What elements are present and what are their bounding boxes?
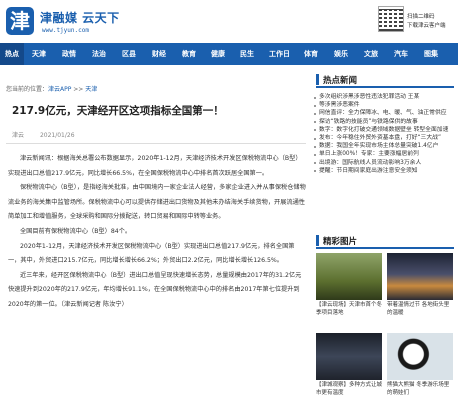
- nav-item-hot[interactable]: 热点: [0, 43, 24, 65]
- qr-code-icon: [378, 6, 404, 32]
- hot-news-item[interactable]: 数据：我国全年实现市场主体总量突破1.4亿户: [314, 142, 454, 150]
- article-paragraph: 2020年1-12月，天津经济技术开发区保税物流中心（B型）实现进出口总值217…: [8, 242, 295, 265]
- nav-item-education[interactable]: 教育: [182, 43, 196, 65]
- hot-news-item[interactable]: 探访“铁路的技能员”与铁路保供的故事: [314, 118, 454, 126]
- nav-item-culture-travel[interactable]: 文旅: [364, 43, 378, 65]
- hot-news-list: 多次组织涉黑涉恶性违法犯罪活动 王某 等涉黑涉恶案件 网信直评：全力保障冰、电、…: [314, 93, 454, 175]
- nav-item-livelihood[interactable]: 民生: [240, 43, 254, 65]
- qr-label-2: 下载津云客户端: [407, 23, 446, 29]
- article-paragraph: 津云新闻讯：根据海关总署公布数据显示，2020年1-12月，天津经济技术开发区保…: [8, 155, 302, 177]
- gallery-item[interactable]: 【津城观察】多种方式让城市更有温度: [316, 333, 382, 397]
- breadcrumb-prefix: 您当前的位置：: [6, 86, 49, 93]
- qr-label-1: 扫描二维码: [407, 14, 435, 20]
- nav-item-gallery[interactable]: 图集: [424, 43, 438, 65]
- site-url: www.tjyun.com: [42, 27, 89, 34]
- gallery-caption[interactable]: 熊猫大熊猫 冬季游乐场里的萌娃们: [387, 382, 453, 397]
- hot-news-title: 热点新闻: [323, 76, 358, 86]
- nav-item-entertainment[interactable]: 娱乐: [334, 43, 348, 65]
- article-date: 2021/01/26: [39, 132, 75, 139]
- nav-item-politics[interactable]: 政情: [62, 43, 76, 65]
- site-header: 津 津融媒 云天下 www.tjyun.com 扫描二维码 下载津云客户端: [0, 0, 458, 43]
- hot-news-item[interactable]: 提醒：节日期间家庭出游注意安全须知: [314, 167, 454, 175]
- main-nav: 热点 天津 政情 法治 区县 财经 教育 健康 民生 工作日 体育 娱乐 文旅 …: [0, 43, 458, 65]
- header-accent-bar: [316, 74, 319, 85]
- site-name[interactable]: 津融媒 云天下: [40, 9, 120, 26]
- gallery-thumbnail[interactable]: [316, 333, 382, 380]
- gallery-item[interactable]: 【津云现场】天津市首个冬季项目落地: [316, 253, 382, 317]
- hot-news-item[interactable]: 单日上涨00%！专家：主要涨幅居前列: [314, 150, 454, 158]
- gallery-item[interactable]: 熊猫大熊猫 冬季游乐场里的萌娃们: [387, 333, 453, 397]
- gallery-title: 精彩图片: [323, 237, 358, 247]
- article-paragraph: 保税物流中心（B型），是指经海关批准，由中国境内一家企业法人经营，多家企业进入并…: [8, 184, 306, 221]
- article-source: 津云: [12, 132, 25, 139]
- breadcrumb-separator: >>: [71, 86, 86, 93]
- nav-item-sports[interactable]: 体育: [304, 43, 318, 65]
- hot-news-item[interactable]: 多次组织涉黑涉恶性违法犯罪活动 王某: [314, 93, 454, 101]
- hot-news-item[interactable]: 等涉黑涉恶案件: [314, 101, 454, 109]
- gallery-caption[interactable]: 【津城观察】多种方式让城市更有温度: [316, 382, 382, 397]
- gallery-panel: 精彩图片 【津云现场】天津市首个冬季项目落地 带着温情过节 各地街头里的温暖 【…: [316, 233, 454, 413]
- gallery-item[interactable]: 带着温情过节 各地街头里的温暖: [387, 253, 453, 317]
- site-logo[interactable]: 津: [6, 7, 34, 35]
- hot-news-item[interactable]: 数字：数字化打破交通领域数据壁垒 转型全面加速: [314, 126, 454, 134]
- gallery-thumbnail[interactable]: [387, 253, 453, 300]
- nav-item-tianjin[interactable]: 天津: [32, 43, 46, 65]
- gallery-header: 精彩图片: [316, 233, 454, 249]
- gallery-caption[interactable]: 【津云现场】天津市首个冬季项目落地: [316, 302, 382, 317]
- breadcrumb: 您当前的位置：津云APP >> 天津: [6, 84, 97, 93]
- nav-item-workday[interactable]: 工作日: [269, 43, 290, 65]
- title-divider: [6, 143, 306, 144]
- gallery-caption[interactable]: 带着温情过节 各地街头里的温暖: [387, 302, 453, 317]
- article-title: 217.9亿元，天津经开区这项指标全国第一！: [12, 105, 224, 117]
- hot-news-item[interactable]: 出境游：国际航线人员流动影响3万余人: [314, 159, 454, 167]
- hot-news-item[interactable]: 发布：今年稳住外贸外资基本盘，打好“三大战”: [314, 134, 454, 142]
- nav-item-auto[interactable]: 汽车: [394, 43, 408, 65]
- nav-item-law[interactable]: 法治: [92, 43, 106, 65]
- nav-item-district[interactable]: 区县: [122, 43, 136, 65]
- article-paragraph: 全国目前有保税物流中心（B型）84个。: [20, 227, 132, 235]
- hot-news-item[interactable]: 网信直评：全力保障冰、电、暖、气、油正常供应: [314, 109, 454, 117]
- breadcrumb-app-link[interactable]: 津云APP: [48, 86, 71, 93]
- article-paragraph: 近三年来，经开区保税物流中心（B型）进出口总值呈现快速增长态势，总量规模由201…: [8, 271, 302, 308]
- gallery-grid: 【津云现场】天津市首个冬季项目落地 带着温情过节 各地街头里的温暖 【津城观察】…: [316, 253, 454, 413]
- article-meta: 津云 2021/01/26: [12, 130, 89, 139]
- gallery-thumbnail[interactable]: [316, 253, 382, 300]
- header-accent-bar: [316, 235, 319, 246]
- article-body: 津云新闻讯：根据海关总署公布数据显示，2020年1-12月，天津经济技术开发区保…: [8, 152, 306, 313]
- hot-news-header: 热点新闻: [316, 72, 454, 88]
- gallery-thumbnail[interactable]: [387, 333, 453, 380]
- nav-item-finance[interactable]: 财经: [152, 43, 166, 65]
- hot-news-panel: 热点新闻 多次组织涉黑涉恶性违法犯罪活动 王某 等涉黑涉恶案件 网信直评：全力保…: [314, 72, 454, 175]
- nav-item-health[interactable]: 健康: [211, 43, 225, 65]
- breadcrumb-section-link[interactable]: 天津: [85, 86, 97, 93]
